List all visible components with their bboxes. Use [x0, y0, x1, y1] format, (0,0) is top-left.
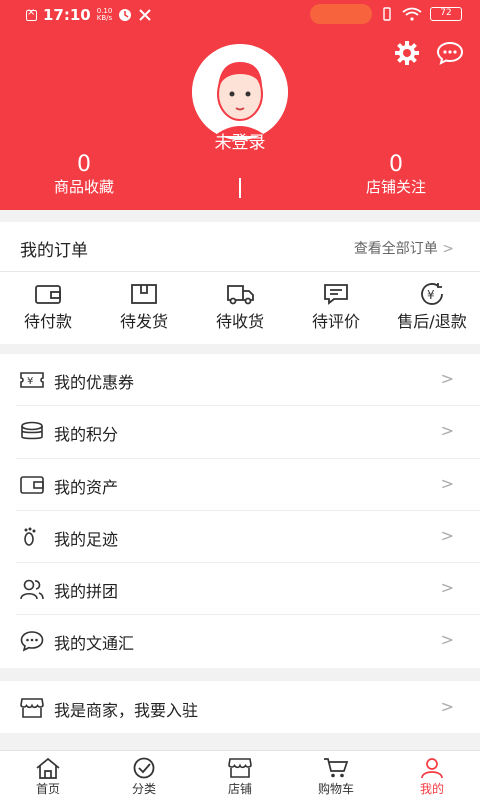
chevron-right-icon: >: [440, 473, 454, 493]
menu-item-footprints[interactable]: 我的足迹 >: [16, 511, 480, 564]
package-icon: [131, 284, 157, 304]
login-status[interactable]: 未登录: [0, 128, 480, 153]
status-time: 17:10: [43, 6, 91, 24]
status-bar: 17:10 0.10 KB/s 72: [0, 0, 480, 30]
coupon-icon: ¥: [20, 372, 44, 388]
chevron-right-icon: >: [440, 525, 454, 545]
group-icon: [20, 579, 44, 600]
order-pending-payment[interactable]: 待付款: [0, 272, 96, 344]
chevron-right-icon: >: [440, 630, 454, 650]
chevron-right-icon: >: [442, 241, 454, 257]
chevron-right-icon: >: [440, 697, 454, 716]
chevron-right-icon: >: [440, 578, 454, 598]
message-button[interactable]: [436, 40, 464, 66]
follow-label: 店铺关注: [365, 178, 426, 196]
check-circle-icon: [133, 757, 155, 779]
favorites-label: 商品收藏: [53, 178, 114, 196]
tools-icon: [139, 9, 152, 21]
gear-icon: [395, 41, 419, 65]
avatar[interactable]: [192, 44, 288, 140]
clock-icon: [119, 9, 132, 21]
wallet-icon: [35, 285, 61, 304]
battery-indicator: 72: [430, 7, 462, 21]
refund-icon: ¥: [421, 283, 443, 305]
default-avatar-icon: [192, 44, 288, 140]
footprint-icon: [24, 527, 36, 546]
notification-icon: [26, 7, 37, 21]
menu-item-wentonghui[interactable]: 我的文通汇 >: [16, 615, 480, 667]
view-all-orders-link[interactable]: 查看全部订单 >: [354, 238, 454, 258]
menu-item-coupons[interactable]: ¥ 我的优惠券 >: [16, 354, 480, 407]
wallet-icon: [20, 475, 44, 494]
home-icon: [36, 757, 60, 779]
tab-home[interactable]: 首页: [0, 751, 96, 800]
coins-icon: [21, 421, 43, 440]
cart-icon: [324, 758, 349, 778]
menu-item-group-buy[interactable]: 我的拼团 >: [16, 563, 480, 616]
profile-header: 17:10 0.10 KB/s 72: [0, 0, 480, 210]
settings-button[interactable]: [394, 40, 420, 66]
shop-icon: [228, 758, 252, 778]
chevron-right-icon: >: [440, 369, 454, 388]
wifi-icon: [402, 7, 422, 21]
svg-text:¥: ¥: [27, 376, 33, 387]
stats-divider: [239, 178, 241, 198]
chevron-right-icon: >: [440, 421, 454, 441]
order-after-sales[interactable]: ¥ 售后/退款: [384, 272, 480, 344]
orders-title: 我的订单: [20, 241, 88, 261]
order-pending-receipt[interactable]: 待收货: [192, 272, 288, 344]
orders-header: 我的订单 查看全部订单 >: [0, 222, 480, 272]
menu-item-assets[interactable]: 我的资产 >: [16, 459, 480, 511]
chat-icon: [20, 631, 44, 652]
tab-category[interactable]: 分类: [96, 751, 192, 800]
vibrate-icon: [383, 7, 391, 21]
call-pill: [310, 4, 372, 24]
svg-text:¥: ¥: [427, 288, 435, 302]
follow-count: 0: [389, 152, 403, 177]
user-icon: [421, 758, 443, 779]
chat-bubble-icon: [436, 41, 464, 65]
account-menu: ¥ 我的优惠券 > 我的积分 > 我的资产 > 我的足迹 > 我的拼团 > 我的文通汇 >: [0, 354, 480, 668]
order-pending-shipment[interactable]: 待发货: [96, 272, 192, 344]
favorites-stat[interactable]: 0 商品收藏: [4, 153, 164, 197]
network-speed: 0.10 KB/s: [96, 7, 113, 22]
comment-icon: [324, 284, 348, 305]
merchant-join-label: 我是商家，我要入驻: [54, 701, 199, 720]
tab-cart[interactable]: 购物车: [288, 751, 384, 800]
menu-item-points[interactable]: 我的积分 >: [16, 406, 480, 459]
shop-icon: [20, 698, 44, 718]
tab-mine[interactable]: 我的: [384, 751, 480, 800]
merchant-join-item[interactable]: 我是商家，我要入驻 >: [0, 681, 480, 733]
favorites-count: 0: [77, 152, 91, 177]
order-pending-review[interactable]: 待评价: [288, 272, 384, 344]
tab-shop[interactable]: 店铺: [192, 751, 288, 800]
order-status-row: 待付款 待发货 待收货 待评价 ¥ 售后/退款: [0, 272, 480, 344]
follow-stat[interactable]: 0 店铺关注: [316, 153, 476, 197]
truck-icon: [227, 285, 254, 305]
bottom-tab-bar: 首页 分类 店铺 购物车 我的: [0, 750, 480, 800]
